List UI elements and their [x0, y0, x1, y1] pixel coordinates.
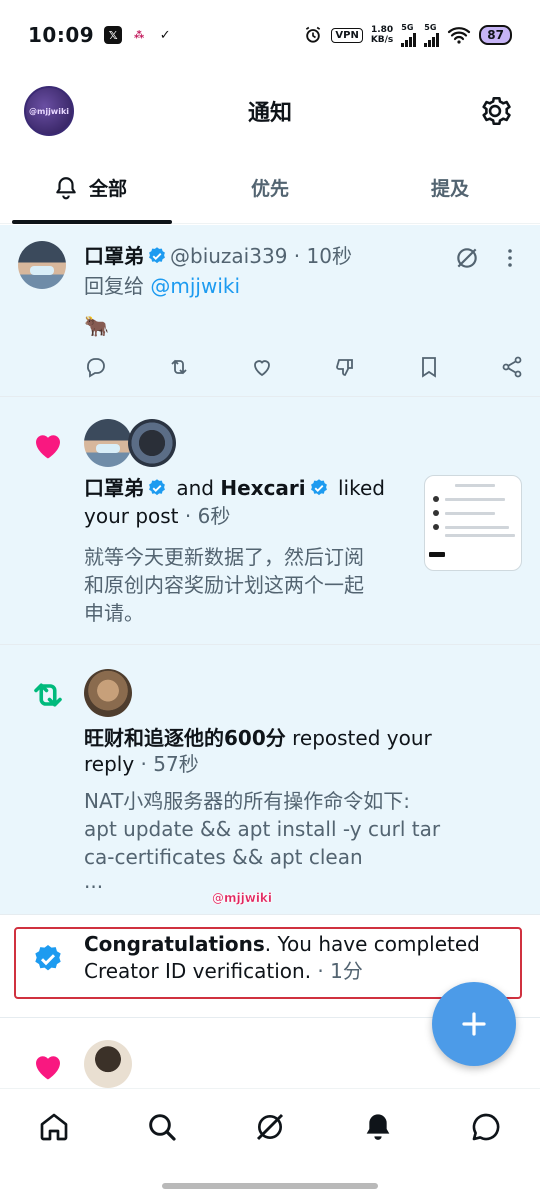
vpn-badge: VPN — [331, 27, 363, 43]
like-headline-2: your post · 6秒 — [84, 504, 231, 528]
avatar[interactable] — [84, 669, 132, 717]
author-handle: @biuzai339 — [170, 244, 288, 268]
x-app-icon: 𝕏 — [104, 26, 123, 44]
repost-icon[interactable] — [167, 355, 191, 379]
timestamp: · 10秒 — [293, 244, 352, 268]
verified-badge-icon — [149, 247, 165, 264]
messages-icon[interactable] — [470, 1111, 502, 1143]
grok-slash-icon[interactable] — [454, 245, 480, 271]
tab-mentions[interactable]: 提及 — [360, 152, 540, 223]
reply-notification[interactable]: 口罩弟 @biuzai339 · 10秒 回复给 @mjjwiki 🐂 — [0, 225, 540, 397]
app-notification-icon: ⁂ — [130, 26, 149, 44]
bookmark-icon[interactable] — [417, 355, 441, 379]
post-thumbnail[interactable] — [424, 475, 522, 571]
compose-button[interactable] — [432, 982, 516, 1066]
bottom-navigation — [0, 1088, 540, 1178]
heart-filled-icon — [36, 435, 60, 459]
signal-bars-icon — [401, 33, 417, 47]
heart-filled-icon — [36, 1056, 60, 1080]
repost-headline: 旺财和追逐他的600分 reposted your — [84, 726, 432, 750]
settings-gear-icon[interactable] — [478, 94, 512, 128]
verification-line-2: Creator ID verification. · 1分 — [84, 959, 363, 983]
repost-icon — [34, 683, 62, 707]
tweet-actions — [84, 355, 524, 379]
reply-to-line: 回复给 @mjjwiki — [84, 274, 241, 298]
notifications-feed: 口罩弟 @biuzai339 · 10秒 回复给 @mjjwiki 🐂 口罩弟 a… — [0, 225, 540, 1088]
status-time: 10:09 — [28, 23, 95, 47]
home-icon[interactable] — [38, 1111, 70, 1143]
post-excerpt: 就等今天更新数据了，然后订阅 和原创内容奖励计划这两个一起 申请。 — [84, 545, 364, 625]
like-icon[interactable] — [250, 355, 274, 379]
verified-badge-icon — [310, 479, 327, 496]
grok-icon[interactable] — [254, 1111, 286, 1143]
verified-badge-icon — [35, 945, 61, 971]
repost-headline-2: reply · 57秒 — [84, 752, 199, 776]
notification-tabs: 全部 优先 提及 — [0, 152, 540, 224]
author-name[interactable]: 口罩弟 — [84, 244, 144, 268]
downvote-icon[interactable] — [334, 355, 358, 379]
network-speed: 1.80 KB/s — [370, 25, 394, 45]
status-bar: 10:09 𝕏 ⁂ ✓ VPN 1.80 KB/s 5G 5G 87 — [0, 0, 540, 70]
signal-2: 5G — [424, 23, 440, 47]
timestamp: · 1分 — [317, 959, 363, 983]
avatar[interactable] — [128, 419, 176, 467]
bell-icon — [56, 176, 76, 199]
share-icon[interactable] — [500, 355, 524, 379]
signal-bars-icon — [424, 33, 440, 47]
check-app-icon: ✓ — [159, 27, 171, 43]
timestamp: · 6秒 — [184, 504, 231, 528]
tab-all-label: 全部 — [88, 178, 127, 200]
reply-to-mention[interactable]: @mjjwiki — [150, 274, 240, 298]
like-headline: 口罩弟 and Hexcari liked — [84, 476, 385, 500]
page-title: 通知 — [247, 101, 292, 126]
verification-line-1: Congratulations. You have completed — [84, 932, 480, 956]
verified-badge-icon — [149, 479, 165, 496]
search-icon[interactable] — [146, 1111, 178, 1143]
plus-icon — [462, 1012, 486, 1036]
profile-avatar[interactable]: @mjjwiki — [24, 86, 74, 136]
battery-indicator: 87 — [479, 25, 512, 45]
avatar[interactable] — [84, 419, 132, 467]
more-options-icon[interactable] — [498, 245, 522, 271]
status-right: VPN 1.80 KB/s 5G 5G 87 — [303, 23, 512, 47]
watermark-label: @mjjwiki — [212, 891, 273, 905]
reply-icon[interactable] — [84, 355, 108, 379]
reposted-excerpt: NAT小鸡服务器的所有操作命令如下: apt update && apt ins… — [84, 789, 441, 893]
signal-1: 5G — [401, 23, 417, 47]
reply-content: 🐂 — [84, 314, 109, 338]
tab-priority[interactable]: 优先 — [180, 152, 360, 223]
top-app-bar: @mjjwiki 通知 — [0, 78, 540, 144]
status-app-icons: 𝕏 ⁂ ✓ — [104, 26, 174, 44]
reply-header: 口罩弟 @biuzai339 · 10秒 — [84, 243, 352, 269]
avatar[interactable] — [18, 241, 66, 289]
tab-priority-label: 优先 — [250, 178, 289, 200]
tab-all[interactable]: 全部 — [0, 152, 180, 224]
alarm-icon — [306, 26, 321, 43]
timestamp: · 57秒 — [140, 752, 199, 776]
like-notification[interactable]: 口罩弟 and Hexcari liked your post · 6秒 就等今… — [0, 397, 540, 645]
wifi-icon — [448, 27, 471, 44]
avatar[interactable] — [84, 1040, 132, 1088]
home-indicator[interactable] — [162, 1183, 378, 1189]
tab-mentions-label: 提及 — [430, 178, 469, 200]
repost-notification[interactable]: 旺财和追逐他的600分 reposted your reply · 57秒 NA… — [0, 645, 540, 915]
notifications-icon[interactable] — [362, 1111, 394, 1143]
